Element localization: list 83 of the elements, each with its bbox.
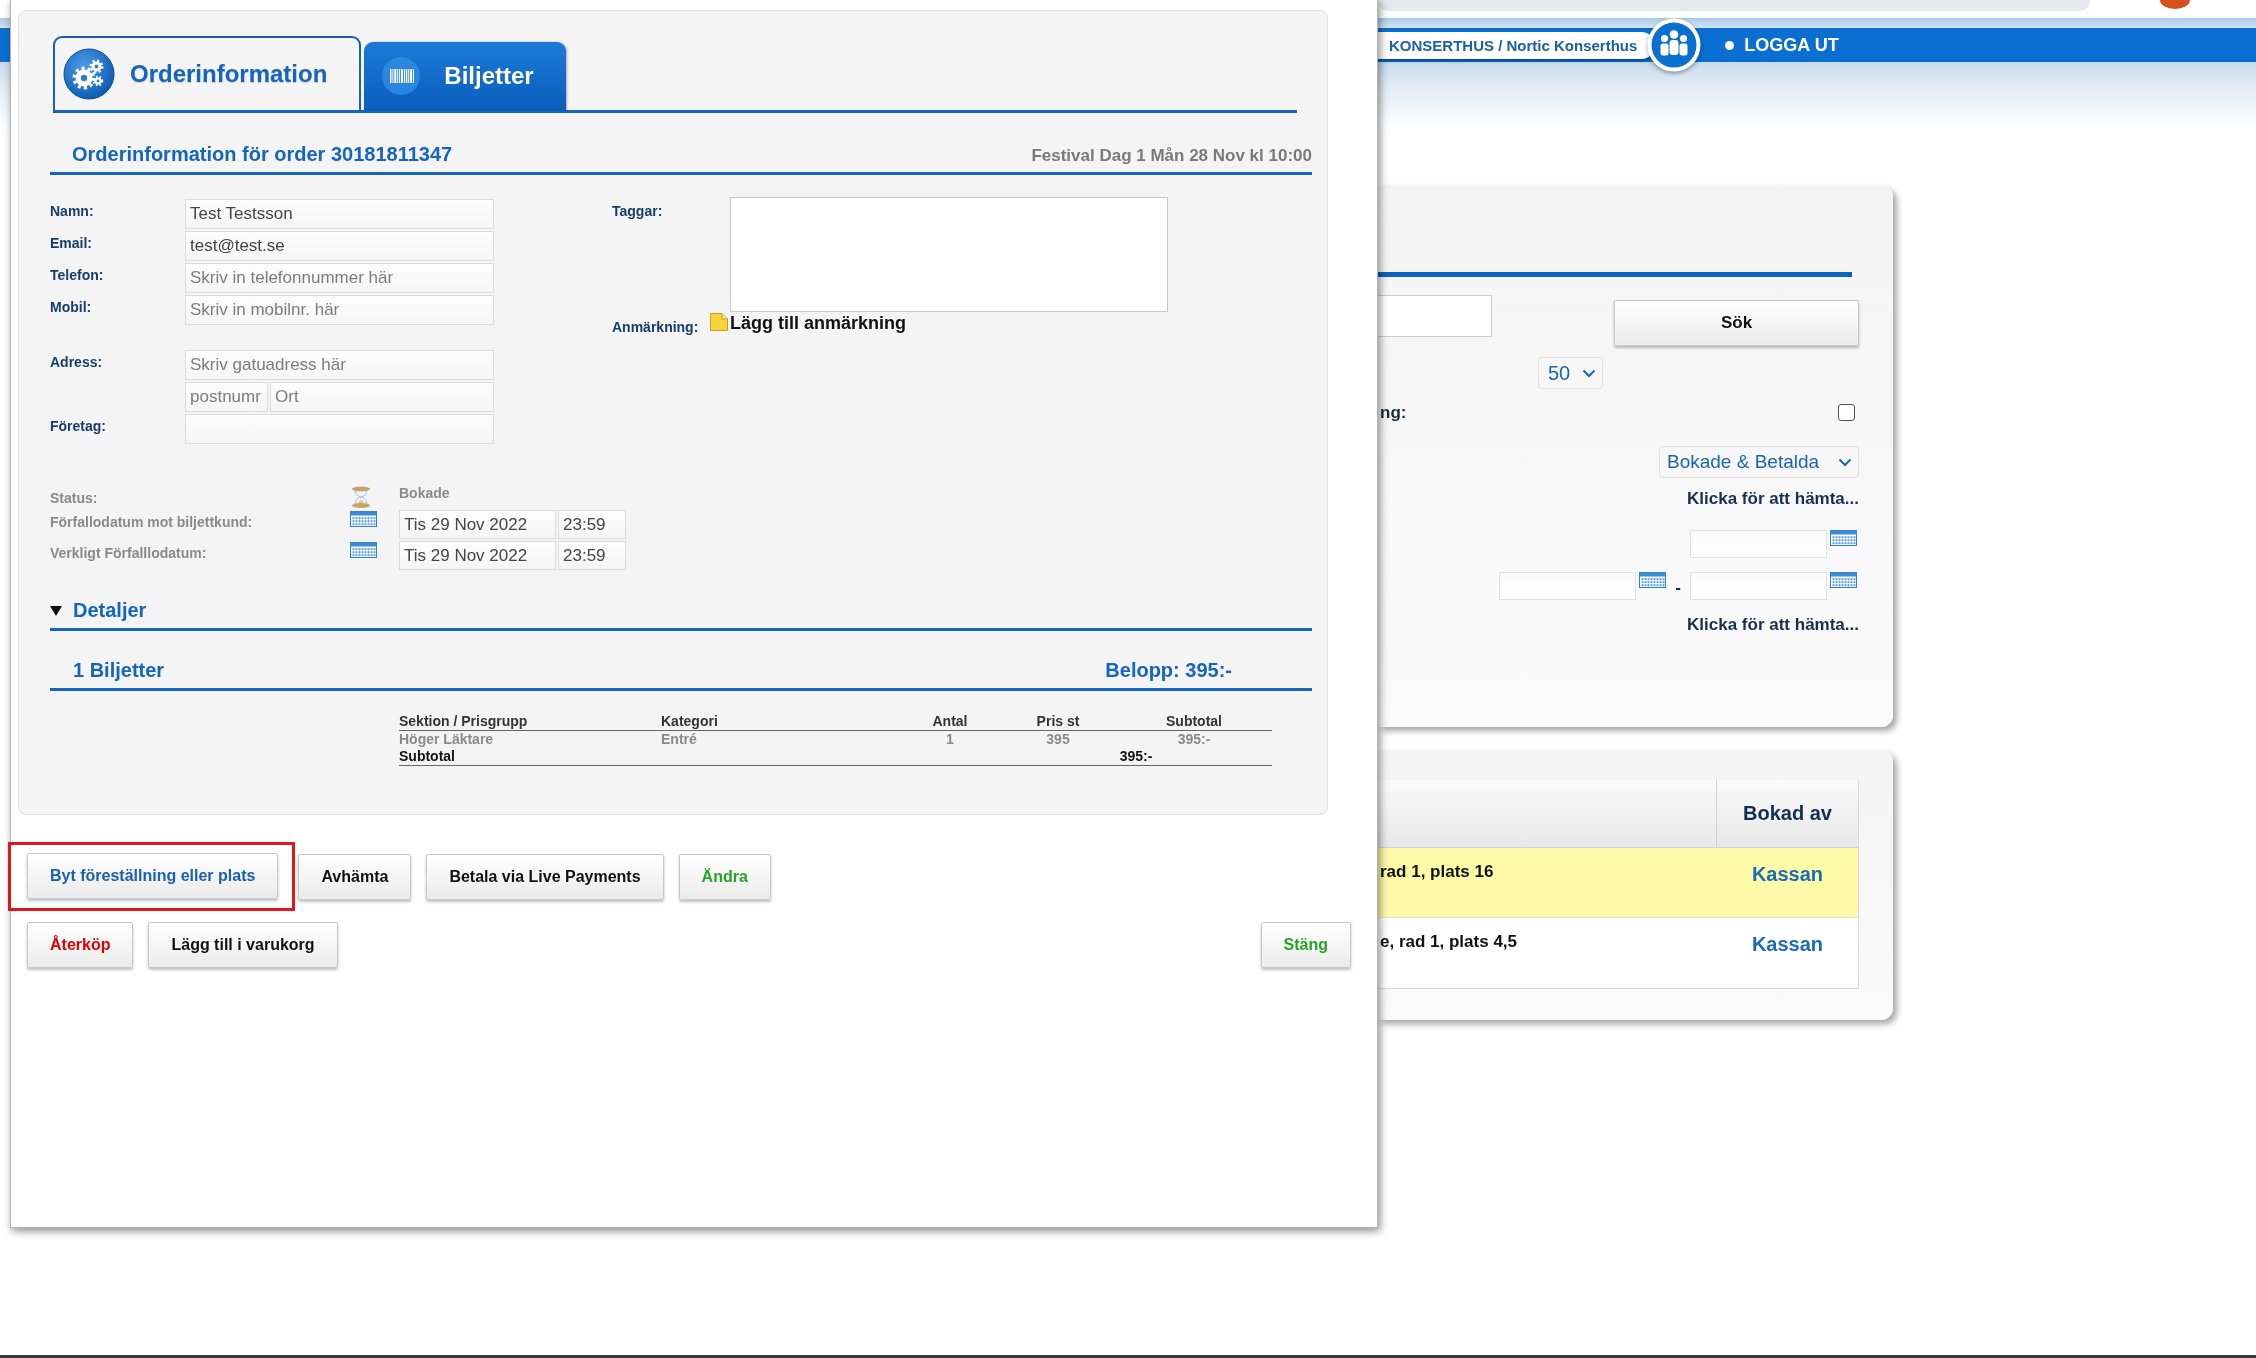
order-title: Orderinformation för order 30181811347	[72, 143, 453, 166]
avatar-icon[interactable]	[2160, 0, 2190, 9]
phone-field[interactable]: Skriv in telefonnummer här	[185, 263, 494, 293]
status-value: Bokade	[399, 485, 450, 501]
tab[interactable]: Biljetter	[364, 42, 566, 110]
field-label: Anmärkning:	[612, 318, 700, 335]
checkbox[interactable]	[1838, 404, 1855, 421]
table-cell-text: rad 1, plats 16	[1379, 861, 1495, 883]
field-label: Adress:	[50, 353, 104, 370]
action-button[interactable]: Betala via Live Payments	[426, 853, 664, 900]
date-field[interactable]	[1690, 572, 1827, 600]
search-button[interactable]: Sök	[1614, 300, 1859, 346]
email-field[interactable]: test@test.se	[185, 231, 494, 261]
table-row[interactable]: rad 1, plats 16 Kassan	[1378, 848, 1858, 918]
calendar-icon	[350, 511, 377, 527]
subtotal-value: 395:-	[1000, 748, 1272, 766]
field-label: Förfallodatum mot biljettkund:	[50, 513, 254, 530]
action-button[interactable]: Avhämta	[298, 853, 412, 900]
address-bar[interactable]	[1378, 0, 2090, 11]
bullet-icon	[1725, 40, 1735, 50]
status-filter-dropdown[interactable]: Bokade & Betalda	[1659, 446, 1859, 478]
logout-link[interactable]: LOGGA UT	[1725, 34, 1839, 56]
calendar-icon	[1830, 530, 1857, 546]
details-toggle[interactable]: Detaljer	[50, 599, 147, 622]
gears-icon	[63, 48, 115, 100]
table-cell: Höger Läktare	[399, 730, 661, 748]
field-label: Företag:	[50, 417, 107, 434]
name-field[interactable]: Test Testsson	[185, 199, 494, 229]
add-remark-link[interactable]: Lägg till anmärkning	[710, 313, 907, 333]
date-field[interactable]: Tis 29 Nov 2022	[399, 510, 556, 539]
field-label: Verkligt Förfalllodatum:	[50, 544, 208, 561]
search-field[interactable]	[1378, 295, 1492, 337]
company-field[interactable]	[185, 414, 494, 444]
column-header: Sektion / Prisgrupp	[399, 713, 661, 731]
fetch-link[interactable]: Klicka för att hämta...	[1687, 489, 1859, 509]
field-label: Mobil:	[50, 298, 93, 315]
city-field[interactable]: Ort	[270, 382, 494, 412]
date-field[interactable]: Tis 29 Nov 2022	[399, 541, 556, 570]
total-amount: Belopp: 395:-	[1105, 659, 1232, 682]
action-button[interactable]: Återköp	[27, 922, 134, 968]
time-field[interactable]: 23:59	[558, 510, 626, 539]
page-size-dropdown[interactable]: 50	[1538, 357, 1604, 389]
column-header: Pris st	[1000, 713, 1116, 731]
postcode-field[interactable]: postnumr	[185, 382, 268, 412]
tags-field[interactable]	[730, 197, 1168, 312]
field-label: Telefon:	[50, 266, 105, 283]
status-label: Status:	[50, 489, 99, 506]
chevron-icon	[1582, 368, 1597, 378]
action-button[interactable]: Lägg till i varukorg	[148, 922, 338, 968]
table-cell: 395	[1000, 730, 1116, 748]
booked-by-link[interactable]: Kassan	[1751, 862, 1824, 886]
tickets-title: 1 Biljetter	[73, 659, 165, 682]
fetch-link[interactable]: Klicka för att hämta...	[1687, 615, 1859, 635]
calendar-icon	[350, 542, 377, 558]
calendar-icon	[1830, 572, 1857, 588]
column-header: Kategori	[661, 713, 900, 731]
tab[interactable]: Orderinformation	[53, 36, 362, 110]
table-cell: Entré	[661, 730, 900, 748]
date-field[interactable]	[1499, 572, 1637, 600]
barcode-icon	[381, 56, 422, 96]
table-cell: 395:-	[1116, 730, 1272, 748]
street-field[interactable]: Skriv gatuadress här	[185, 350, 494, 380]
table-cell: 1	[900, 730, 1000, 748]
note-icon	[710, 313, 728, 331]
mobile-field[interactable]: Skriv in mobilnr. här	[185, 295, 494, 325]
column-header: Bokad av	[1716, 780, 1858, 847]
event-info: Festival Dag 1 Mån 28 Nov kl 10:00	[1031, 146, 1312, 166]
column-header: Antal	[900, 713, 1000, 731]
field-label: Email:	[50, 234, 93, 251]
hourglass-icon	[350, 486, 372, 508]
subtotal-label: Subtotal	[399, 748, 661, 766]
table-cell-text: e, rad 1, plats 4,5	[1379, 931, 1518, 953]
action-button[interactable]: Byt föreställning eller plats	[27, 853, 279, 899]
date-separator: -	[1675, 578, 1681, 598]
date-field[interactable]	[1690, 530, 1827, 558]
booked-by-link[interactable]: Kassan	[1751, 932, 1824, 956]
column-header: Subtotal	[1116, 713, 1272, 731]
field-label: Namn:	[50, 202, 95, 219]
time-field[interactable]: 23:59	[558, 541, 626, 570]
option-label: ng:	[1380, 402, 1407, 423]
chevron-icon	[1838, 457, 1852, 467]
calendar-icon	[1639, 572, 1667, 588]
field-label: Taggar:	[612, 202, 664, 219]
